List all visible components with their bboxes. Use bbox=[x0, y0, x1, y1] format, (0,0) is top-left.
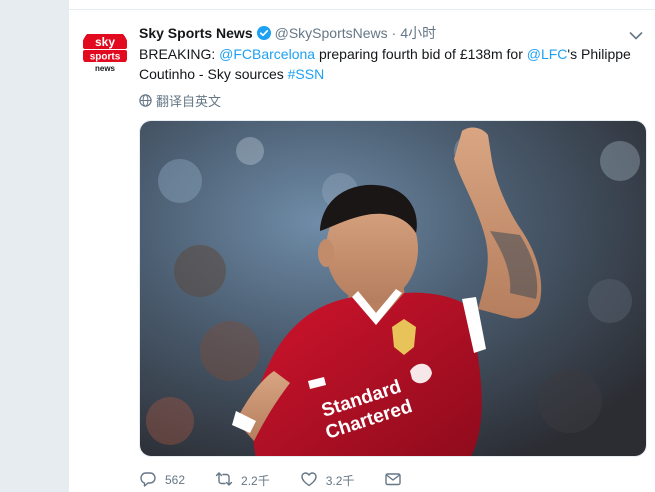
mention-fcbarcelona[interactable]: @FCBarcelona bbox=[219, 46, 315, 62]
mention-lfc[interactable]: @LFC bbox=[527, 46, 568, 62]
translate-link[interactable]: 翻译自英文 bbox=[139, 91, 221, 109]
tweet-photo[interactable]: Standard Chartered bbox=[139, 120, 647, 457]
tweet-text-part2: preparing fourth bid of £138m for bbox=[315, 46, 527, 62]
display-name[interactable]: Sky Sports News bbox=[139, 25, 253, 41]
handle[interactable]: @SkySportsNews bbox=[275, 25, 388, 41]
direct-message-button[interactable] bbox=[384, 470, 410, 490]
tweet-text: BREAKING: @FCBarcelona preparing fourth … bbox=[139, 44, 639, 84]
avatar-logo-line1: sky bbox=[95, 35, 115, 49]
chevron-down-icon[interactable] bbox=[629, 28, 643, 40]
tweet-text-part1: BREAKING: bbox=[139, 46, 220, 62]
retweet-count: 2.2千 bbox=[241, 473, 270, 488]
tweet-header: Sky Sports News @SkySportsNews · 4小时 bbox=[139, 24, 436, 42]
avatar[interactable]: sky sports news bbox=[81, 26, 129, 74]
globe-icon bbox=[139, 93, 152, 107]
divider bbox=[69, 9, 655, 10]
page-background bbox=[0, 0, 68, 492]
tweet-card[interactable]: sky sports news Sky Sports News @SkySpor… bbox=[68, 0, 655, 492]
retweet-icon bbox=[215, 470, 241, 491]
heart-icon bbox=[300, 470, 326, 491]
reply-count: 562 bbox=[165, 473, 186, 487]
timestamp[interactable]: 4小时 bbox=[400, 23, 436, 43]
retweet-button[interactable]: 2.2千 bbox=[215, 470, 270, 490]
reply-icon bbox=[139, 470, 165, 491]
separator-dot: · bbox=[391, 25, 397, 41]
reply-button[interactable]: 562 bbox=[139, 470, 185, 490]
envelope-icon bbox=[384, 470, 410, 491]
translate-label: 翻译自英文 bbox=[156, 93, 222, 109]
like-count: 3.2千 bbox=[325, 473, 355, 488]
hashtag-ssn[interactable]: #SSN bbox=[288, 66, 325, 82]
like-button[interactable]: 3.2千 bbox=[300, 470, 355, 491]
verified-badge-icon bbox=[256, 26, 271, 40]
tweet-actions: 562 2.2千 3.2千 bbox=[139, 470, 440, 490]
avatar-logo-line3: news bbox=[95, 64, 116, 73]
avatar-logo-line2: sports bbox=[90, 52, 121, 63]
